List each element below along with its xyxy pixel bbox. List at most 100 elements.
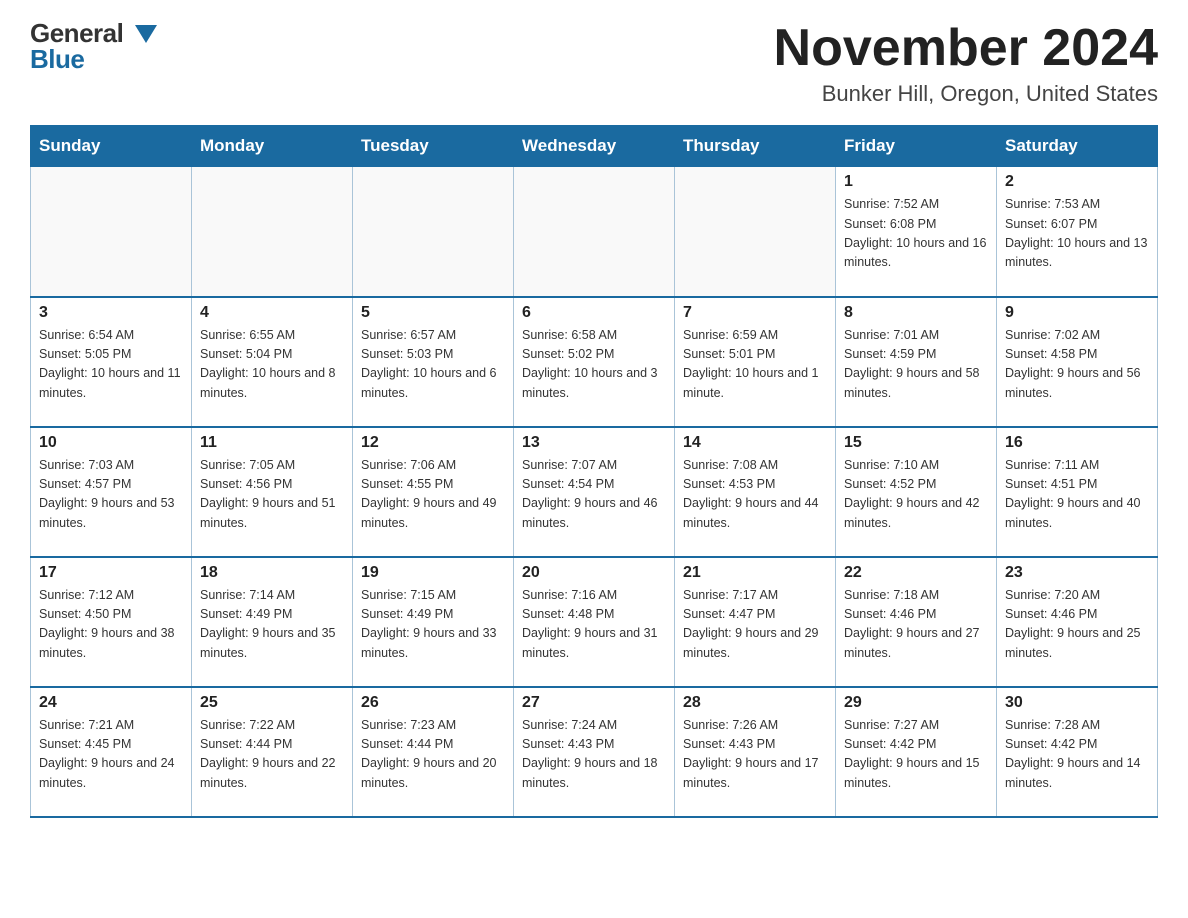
table-row: 1 Sunrise: 7:52 AM Sunset: 6:08 PM Daylig… — [836, 167, 997, 297]
day-number: 28 — [683, 694, 827, 712]
day-info: Sunrise: 6:54 AM Sunset: 5:05 PM Dayligh… — [39, 326, 183, 404]
table-row: 7 Sunrise: 6:59 AM Sunset: 5:01 PM Daylig… — [675, 297, 836, 427]
day-number: 3 — [39, 304, 183, 322]
table-row: 29 Sunrise: 7:27 AM Sunset: 4:42 PM Dayli… — [836, 687, 997, 817]
day-info: Sunrise: 7:18 AM Sunset: 4:46 PM Dayligh… — [844, 586, 988, 664]
calendar-title: November 2024 — [774, 20, 1158, 77]
day-info: Sunrise: 7:28 AM Sunset: 4:42 PM Dayligh… — [1005, 716, 1149, 794]
day-info: Sunrise: 7:20 AM Sunset: 4:46 PM Dayligh… — [1005, 586, 1149, 664]
table-row: 19 Sunrise: 7:15 AM Sunset: 4:49 PM Dayli… — [353, 557, 514, 687]
day-number: 13 — [522, 434, 666, 452]
day-info: Sunrise: 7:27 AM Sunset: 4:42 PM Dayligh… — [844, 716, 988, 794]
day-info: Sunrise: 7:16 AM Sunset: 4:48 PM Dayligh… — [522, 586, 666, 664]
table-row: 15 Sunrise: 7:10 AM Sunset: 4:52 PM Dayli… — [836, 427, 997, 557]
day-number: 11 — [200, 434, 344, 452]
table-row — [675, 167, 836, 297]
table-row: 6 Sunrise: 6:58 AM Sunset: 5:02 PM Daylig… — [514, 297, 675, 427]
day-info: Sunrise: 6:59 AM Sunset: 5:01 PM Dayligh… — [683, 326, 827, 404]
day-number: 27 — [522, 694, 666, 712]
day-number: 2 — [1005, 173, 1149, 191]
col-wednesday: Wednesday — [514, 126, 675, 167]
col-monday: Monday — [192, 126, 353, 167]
day-number: 18 — [200, 564, 344, 582]
day-info: Sunrise: 7:22 AM Sunset: 4:44 PM Dayligh… — [200, 716, 344, 794]
table-row: 28 Sunrise: 7:26 AM Sunset: 4:43 PM Dayli… — [675, 687, 836, 817]
col-sunday: Sunday — [31, 126, 192, 167]
day-number: 8 — [844, 304, 988, 322]
day-info: Sunrise: 7:01 AM Sunset: 4:59 PM Dayligh… — [844, 326, 988, 404]
table-row — [514, 167, 675, 297]
calendar-week-row: 24Sunrise: 7:21 AM Sunset: 4:45 PM Dayli… — [31, 687, 1158, 817]
col-saturday: Saturday — [997, 126, 1158, 167]
day-number: 4 — [200, 304, 344, 322]
day-info: Sunrise: 6:55 AM Sunset: 5:04 PM Dayligh… — [200, 326, 344, 404]
day-info: Sunrise: 7:24 AM Sunset: 4:43 PM Dayligh… — [522, 716, 666, 794]
day-number: 30 — [1005, 694, 1149, 712]
table-row: 18 Sunrise: 7:14 AM Sunset: 4:49 PM Dayli… — [192, 557, 353, 687]
table-row — [353, 167, 514, 297]
table-row: 4 Sunrise: 6:55 AM Sunset: 5:04 PM Daylig… — [192, 297, 353, 427]
day-info: Sunrise: 7:53 AM Sunset: 6:07 PM Dayligh… — [1005, 195, 1149, 273]
day-number: 10 — [39, 434, 183, 452]
table-row: 27 Sunrise: 7:24 AM Sunset: 4:43 PM Dayli… — [514, 687, 675, 817]
day-number: 25 — [200, 694, 344, 712]
day-number: 15 — [844, 434, 988, 452]
logo: General Blue — [30, 20, 157, 72]
table-row: 5 Sunrise: 6:57 AM Sunset: 5:03 PM Daylig… — [353, 297, 514, 427]
day-number: 5 — [361, 304, 505, 322]
table-row — [31, 167, 192, 297]
logo-blue: Blue — [30, 46, 84, 72]
table-row: 14 Sunrise: 7:08 AM Sunset: 4:53 PM Dayli… — [675, 427, 836, 557]
day-info: Sunrise: 7:07 AM Sunset: 4:54 PM Dayligh… — [522, 456, 666, 534]
table-row: 23Sunrise: 7:20 AM Sunset: 4:46 PM Dayli… — [997, 557, 1158, 687]
day-number: 19 — [361, 564, 505, 582]
day-info: Sunrise: 7:02 AM Sunset: 4:58 PM Dayligh… — [1005, 326, 1149, 404]
day-number: 29 — [844, 694, 988, 712]
day-number: 17 — [39, 564, 183, 582]
col-friday: Friday — [836, 126, 997, 167]
table-row: 11 Sunrise: 7:05 AM Sunset: 4:56 PM Dayli… — [192, 427, 353, 557]
day-info: Sunrise: 7:26 AM Sunset: 4:43 PM Dayligh… — [683, 716, 827, 794]
calendar-week-row: 17Sunrise: 7:12 AM Sunset: 4:50 PM Dayli… — [31, 557, 1158, 687]
table-row: 16Sunrise: 7:11 AM Sunset: 4:51 PM Dayli… — [997, 427, 1158, 557]
calendar-week-row: 3 Sunrise: 6:54 AM Sunset: 5:05 PM Daylig… — [31, 297, 1158, 427]
day-number: 20 — [522, 564, 666, 582]
table-row: 8 Sunrise: 7:01 AM Sunset: 4:59 PM Daylig… — [836, 297, 997, 427]
calendar-subtitle: Bunker Hill, Oregon, United States — [774, 81, 1158, 107]
day-number: 14 — [683, 434, 827, 452]
table-row: 21 Sunrise: 7:17 AM Sunset: 4:47 PM Dayli… — [675, 557, 836, 687]
calendar-table: Sunday Monday Tuesday Wednesday Thursday… — [30, 125, 1158, 818]
table-row: 24Sunrise: 7:21 AM Sunset: 4:45 PM Dayli… — [31, 687, 192, 817]
day-number: 21 — [683, 564, 827, 582]
day-number: 24 — [39, 694, 183, 712]
table-row: 26Sunrise: 7:23 AM Sunset: 4:44 PM Dayli… — [353, 687, 514, 817]
table-row: 2 Sunrise: 7:53 AM Sunset: 6:07 PM Daylig… — [997, 167, 1158, 297]
day-info: Sunrise: 7:15 AM Sunset: 4:49 PM Dayligh… — [361, 586, 505, 664]
day-info: Sunrise: 6:58 AM Sunset: 5:02 PM Dayligh… — [522, 326, 666, 404]
day-info: Sunrise: 7:14 AM Sunset: 4:49 PM Dayligh… — [200, 586, 344, 664]
calendar-header-row: Sunday Monday Tuesday Wednesday Thursday… — [31, 126, 1158, 167]
day-info: Sunrise: 7:03 AM Sunset: 4:57 PM Dayligh… — [39, 456, 183, 534]
table-row: 10 Sunrise: 7:03 AM Sunset: 4:57 PM Dayli… — [31, 427, 192, 557]
table-row: 25 Sunrise: 7:22 AM Sunset: 4:44 PM Dayli… — [192, 687, 353, 817]
table-row: 22Sunrise: 7:18 AM Sunset: 4:46 PM Dayli… — [836, 557, 997, 687]
day-number: 6 — [522, 304, 666, 322]
table-row — [192, 167, 353, 297]
day-info: Sunrise: 7:05 AM Sunset: 4:56 PM Dayligh… — [200, 456, 344, 534]
table-row: 12Sunrise: 7:06 AM Sunset: 4:55 PM Dayli… — [353, 427, 514, 557]
table-row: 13 Sunrise: 7:07 AM Sunset: 4:54 PM Dayli… — [514, 427, 675, 557]
day-info: Sunrise: 6:57 AM Sunset: 5:03 PM Dayligh… — [361, 326, 505, 404]
day-info: Sunrise: 7:52 AM Sunset: 6:08 PM Dayligh… — [844, 195, 988, 273]
day-number: 7 — [683, 304, 827, 322]
table-row: 17Sunrise: 7:12 AM Sunset: 4:50 PM Dayli… — [31, 557, 192, 687]
day-info: Sunrise: 7:17 AM Sunset: 4:47 PM Dayligh… — [683, 586, 827, 664]
calendar-week-row: 10 Sunrise: 7:03 AM Sunset: 4:57 PM Dayli… — [31, 427, 1158, 557]
day-info: Sunrise: 7:10 AM Sunset: 4:52 PM Dayligh… — [844, 456, 988, 534]
table-row: 3 Sunrise: 6:54 AM Sunset: 5:05 PM Daylig… — [31, 297, 192, 427]
day-info: Sunrise: 7:08 AM Sunset: 4:53 PM Dayligh… — [683, 456, 827, 534]
day-number: 26 — [361, 694, 505, 712]
col-tuesday: Tuesday — [353, 126, 514, 167]
logo-triangle-icon — [135, 25, 157, 43]
day-number: 12 — [361, 434, 505, 452]
day-number: 1 — [844, 173, 988, 191]
